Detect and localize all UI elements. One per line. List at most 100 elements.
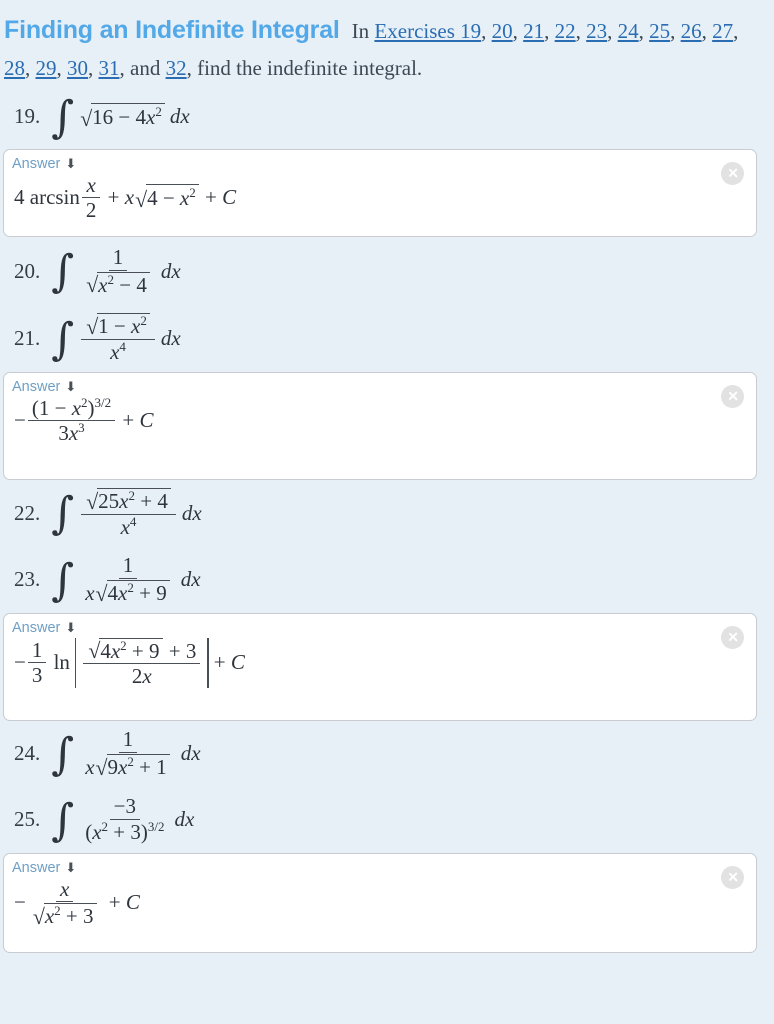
exercise-link-27[interactable]: 27 [712,19,733,43]
constant: C [222,185,237,210]
close-icon[interactable] [721,865,744,889]
exercise-link-29[interactable]: 29 [36,56,57,80]
fraction: √ 4x2 + 9 + 3 2x [83,637,201,689]
answer-label[interactable]: Answer ⬇ [12,156,746,172]
minus-sign: − [113,314,126,339]
exponent: 4 [129,513,137,529]
variable: x [131,314,141,339]
exercise-link-30[interactable]: 30 [67,56,88,80]
exercise-link-24[interactable]: 24 [618,19,639,43]
close-icon[interactable] [721,161,744,185]
numerator: 1 [27,638,47,664]
answer-label-text: Answer [12,378,61,395]
fraction: x √ x2 + 3 [28,877,102,928]
down-arrow-icon: ⬇ [65,620,77,636]
answer-box-21: Answer ⬇ − (1 − x2)3/2 3x3 + C [3,371,757,480]
exercise-link-20[interactable]: 20 [492,19,513,43]
number: 4 [107,581,119,606]
integral-icon: ∫ [51,794,75,846]
comma: , [575,19,581,43]
differential: dx [181,500,202,525]
exercise-23: 23. ∫ 1 x √ 4x2 + 9 dx [0,547,774,613]
minus-sign: − [14,408,26,433]
header-tail-text: find the indefinite integral. [197,55,423,80]
comma: , [512,19,518,43]
exercise-link-32[interactable]: 32 [166,56,187,80]
comma: , [186,55,192,80]
absolute-value-bar [207,637,209,688]
plus-sign: + [113,820,126,845]
variable: x [124,185,135,210]
page-title: Finding an Indefinite Integral [4,16,340,44]
down-arrow-icon: ⬇ [65,860,77,876]
plus-sign: + [168,638,181,663]
number: 1 [98,314,109,339]
constant: C [230,650,245,675]
number: 3 [130,820,141,845]
fraction: √ 25x2 + 4 x4 [81,487,176,538]
denominator: 2 [85,198,97,223]
down-arrow-icon: ⬇ [65,379,77,395]
close-icon[interactable] [721,625,744,649]
exercise-link-19[interactable]: Exercises 19 [374,19,481,43]
exercise-number: 23. [14,567,41,592]
exercise-set-header: Finding an Indefinite Integral In Exercis… [0,0,774,85]
differential: dx [174,807,195,832]
variable: x [146,105,156,129]
plus-sign: + [108,890,121,915]
answer-box-23: Answer ⬇ − 1 3 ln √ 4x2 + 9 + 3 2x + C [3,612,757,721]
exercise-24: 24. ∫ 1 x √ 9x2 + 1 dx [0,721,774,787]
constant: C [125,890,140,915]
exercise-19: 19. ∫ √ 16 − 4x2 dx [0,85,774,149]
radical-icon: √ [80,107,93,132]
variable: x [71,395,82,420]
exponent: 2 [107,271,115,287]
exercise-22: 22. ∫ √ 25x2 + 4 x4 dx [0,480,774,547]
exercise-number: 25. [14,807,41,832]
exercise-link-31[interactable]: 31 [99,56,120,80]
comma: , [607,19,613,43]
answer-label[interactable]: Answer ⬇ [12,379,746,395]
number: 1 [156,755,167,780]
differential: dx [160,326,181,351]
variable: x [118,581,128,606]
differential: dx [169,104,190,128]
exercise-number: 19. [14,104,41,129]
exercise-link-21[interactable]: 21 [523,19,544,43]
exponent: 2 [101,819,109,835]
minus-sign: − [14,650,26,675]
integral-icon: ∫ [51,246,75,298]
answer-label[interactable]: Answer ⬇ [12,620,746,636]
variable: x [118,755,128,780]
minus-sign: − [162,186,175,211]
exercise-21-expression: ∫ √ 1 − x2 x4 dx [51,313,181,363]
exercise-link-25[interactable]: 25 [649,19,670,43]
constant: C [139,408,154,433]
answer-label[interactable]: Answer ⬇ [12,860,746,876]
fraction: −3 (x2 + 3)3/2 [85,794,165,845]
radical-icon: √ [86,489,99,514]
answer-label-text: Answer [12,859,61,876]
number: 2 [131,664,143,689]
answer-19-expression: 4 arcsin x 2 + x √ 4 − x2 + C [12,173,746,223]
plus-sign: + [139,581,151,606]
function-name: ln [53,650,70,675]
differential: dx [180,741,201,766]
radical-icon: √ [95,581,108,606]
comma: , [25,55,31,80]
radical-icon: √ [135,188,148,213]
square-root: √ 9x2 + 1 [96,754,170,779]
exercise-25-expression: ∫ −3 (x2 + 3)3/2 dx [51,795,194,843]
exercise-21: 21. ∫ √ 1 − x2 x4 dx [0,306,774,372]
answer-21-expression: − (1 − x2)3/2 3x3 + C [12,394,746,445]
exercise-link-22[interactable]: 22 [555,19,576,43]
exercise-link-28[interactable]: 28 [4,56,25,80]
exercise-24-expression: ∫ 1 x √ 9x2 + 1 dx [51,728,201,779]
close-icon[interactable] [721,384,744,408]
comma: , [119,55,125,80]
number: 3 [185,638,197,663]
number: 16 [92,105,114,129]
exercise-link-26[interactable]: 26 [681,19,702,43]
exponent: 2 [81,394,88,410]
exercise-link-23[interactable]: 23 [586,19,607,43]
